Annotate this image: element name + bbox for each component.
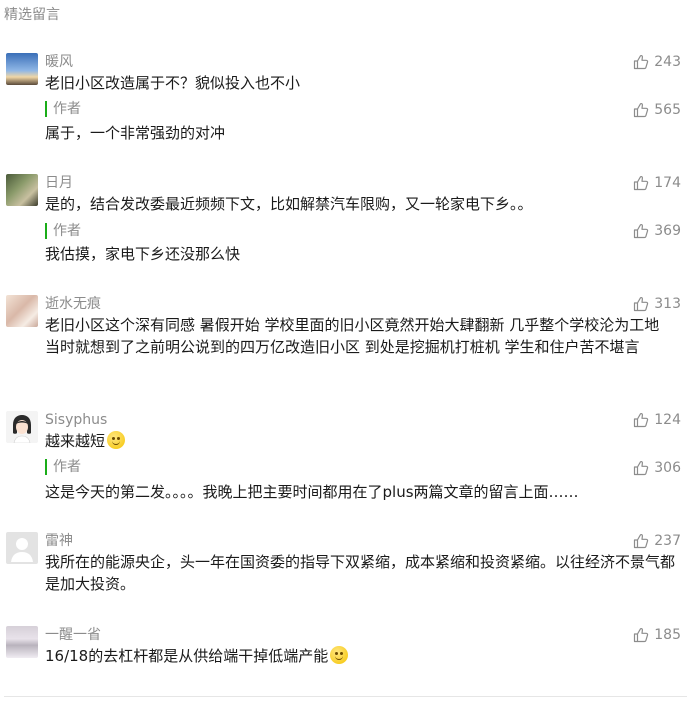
comment-nickname: Sisyphus xyxy=(45,412,108,428)
comment-nickname: 逝水无痕 xyxy=(45,296,101,312)
comment-text: 我所在的能源央企，头一年在国资委的指导下双紧缩，成本紧缩和投资紧缩。以往经济不景… xyxy=(45,553,676,593)
avatar[interactable] xyxy=(6,411,38,443)
laugh-cry-emoji-icon xyxy=(330,646,349,664)
avatar[interactable] xyxy=(6,53,38,85)
avatar[interactable] xyxy=(6,532,38,564)
thumbs-up-icon xyxy=(634,412,649,428)
comment-text-body: 越来越短 xyxy=(45,432,106,450)
like-count: 174 xyxy=(654,175,681,191)
reply-like-button[interactable]: 306 xyxy=(633,459,681,477)
comment-nickname: 暖风 xyxy=(45,54,73,70)
like-count: 237 xyxy=(654,533,681,549)
thumbs-up-icon xyxy=(634,54,649,70)
thumbs-up-icon xyxy=(634,460,649,476)
thumbs-up-icon xyxy=(634,223,649,239)
like-button[interactable]: 243 xyxy=(633,53,681,71)
author-reply-text: 这是今天的第二发。。。。我晚上把主要时间都用在了plus两篇文章的留言上面…… xyxy=(45,483,579,501)
thumbs-up-icon xyxy=(634,102,649,118)
section-title: 精选留言 xyxy=(4,7,60,23)
avatar[interactable] xyxy=(6,295,38,327)
comment-text: 老旧小区这个深有同感 暑假开始 学校里面的旧小区竟然开始大肆翻新 几乎整个学校沦… xyxy=(45,316,660,356)
comment-nickname: 一醒一省 xyxy=(45,627,101,643)
comment-text: 越来越短 xyxy=(45,430,677,452)
like-count: 124 xyxy=(654,412,681,428)
comment-text: 是的，结合发改委最近频频下文，比如解禁汽车限购，又一轮家电下乡。。 xyxy=(45,195,533,213)
author-reply-text: 属于，一个非常强劲的对冲 xyxy=(45,124,226,142)
avatar[interactable] xyxy=(6,626,38,658)
thumbs-up-icon xyxy=(634,627,649,643)
like-count: 243 xyxy=(654,54,681,70)
thumbs-up-icon xyxy=(634,296,649,312)
like-count: 185 xyxy=(654,627,681,643)
comment-text-body: 16/18的去杠杆都是从供给端干掉低端产能 xyxy=(45,647,329,665)
thumbs-up-icon xyxy=(634,175,649,191)
avatar-illustration xyxy=(13,415,31,443)
like-count: 313 xyxy=(654,296,681,312)
like-button[interactable]: 237 xyxy=(633,532,681,550)
reply-like-count: 565 xyxy=(654,102,681,118)
like-button[interactable]: 124 xyxy=(633,411,681,429)
reply-like-count: 306 xyxy=(654,460,681,476)
reply-like-count: 369 xyxy=(654,223,681,239)
comment-text: 16/18的去杠杆都是从供给端干掉低端产能 xyxy=(45,645,677,667)
like-button[interactable]: 185 xyxy=(633,626,681,644)
reply-like-button[interactable]: 565 xyxy=(633,101,681,119)
comment-text: 老旧小区改造属于不？貌似投入也不小 xyxy=(45,74,301,92)
thumbs-up-icon xyxy=(634,533,649,549)
smile-emoji-icon xyxy=(107,431,126,449)
divider xyxy=(4,696,687,697)
comment-nickname: 日月 xyxy=(45,175,73,191)
comment-nickname: 雷神 xyxy=(45,533,73,549)
like-button[interactable]: 174 xyxy=(633,174,681,192)
default-avatar-icon xyxy=(11,538,33,562)
author-reply-tag: 作者 xyxy=(45,459,81,475)
avatar[interactable] xyxy=(6,174,38,206)
author-reply-tag: 作者 xyxy=(45,223,81,239)
author-reply-text: 我估摸，家电下乡还没那么快 xyxy=(45,245,241,263)
author-reply-tag: 作者 xyxy=(45,101,81,117)
like-button[interactable]: 313 xyxy=(633,295,681,313)
reply-like-button[interactable]: 369 xyxy=(633,222,681,240)
